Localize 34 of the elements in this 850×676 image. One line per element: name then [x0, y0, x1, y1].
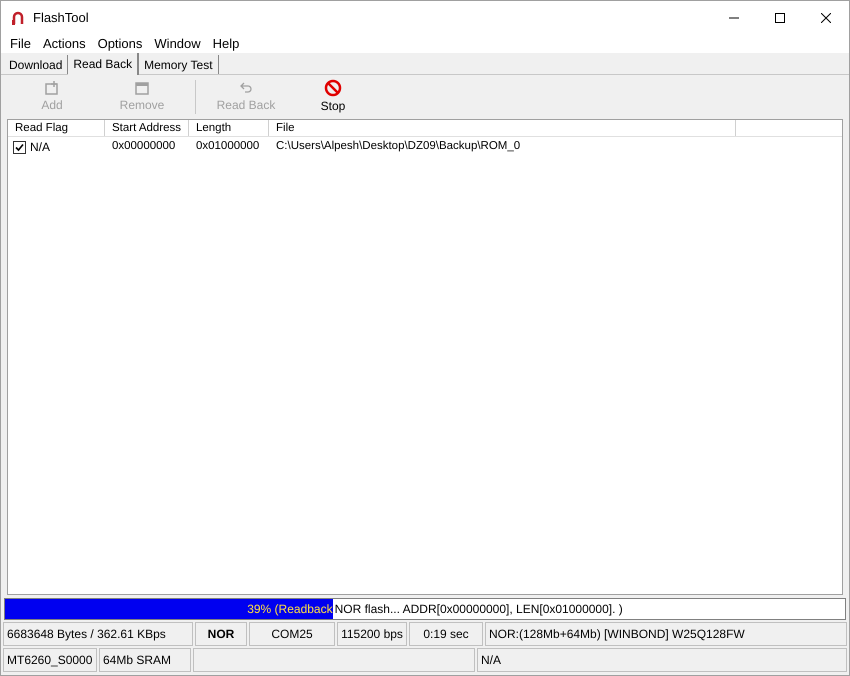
tab[interactable]: Read Back: [68, 53, 140, 75]
toolbar-button[interactable]: Stop: [288, 77, 378, 117]
stop-icon: [324, 79, 342, 97]
window-icon: [134, 80, 150, 96]
column-header[interactable]: Read Flag: [8, 120, 105, 136]
progress-message: NOR flash... ADDR[0x00000000], LEN[0x01000000]. ): [334, 601, 623, 618]
status-text: 64Mb SRAM: [103, 652, 172, 669]
menu-item[interactable]: Options: [92, 34, 148, 54]
table-cell-text: C:\Users\Alpesh\Desktop\DZ09\Backup\ROM_0: [275, 139, 522, 154]
status-text: NOR: [208, 626, 234, 643]
table-cell-text: N/A: [30, 139, 50, 156]
menu-item[interactable]: File: [4, 34, 37, 54]
status-text: 115200 bps: [341, 626, 403, 643]
app-logo-icon: [11, 10, 25, 26]
status-text: NOR:(128Mb+64Mb) [WINBOND] W25Q128FW: [489, 626, 745, 643]
menu-item[interactable]: Help: [206, 34, 246, 54]
status-text: MT6260_S0000: [7, 652, 92, 669]
status-text: COM25: [271, 626, 313, 643]
maximize-icon: [775, 13, 785, 23]
checkbox[interactable]: [13, 140, 26, 154]
column-header[interactable]: File: [269, 120, 736, 136]
table-cell-text: 0x00000000: [111, 139, 176, 154]
table-cell-text: 0x01000000: [195, 139, 260, 154]
column-header[interactable]: Start Address: [105, 120, 189, 136]
close-icon: [821, 13, 831, 23]
status-text: 6683648 Bytes / 362.61 KBps: [7, 626, 166, 643]
menu-item[interactable]: Window: [148, 34, 207, 54]
status-text: N/A: [481, 652, 502, 669]
progress-text: 39% (Readback: [247, 601, 333, 618]
window-title: FlashTool: [33, 9, 89, 28]
menu-item[interactable]: Actions: [36, 34, 92, 54]
column-header[interactable]: Length: [189, 120, 269, 136]
add-icon: [44, 80, 60, 96]
status-text: 0:19 sec: [423, 626, 469, 643]
